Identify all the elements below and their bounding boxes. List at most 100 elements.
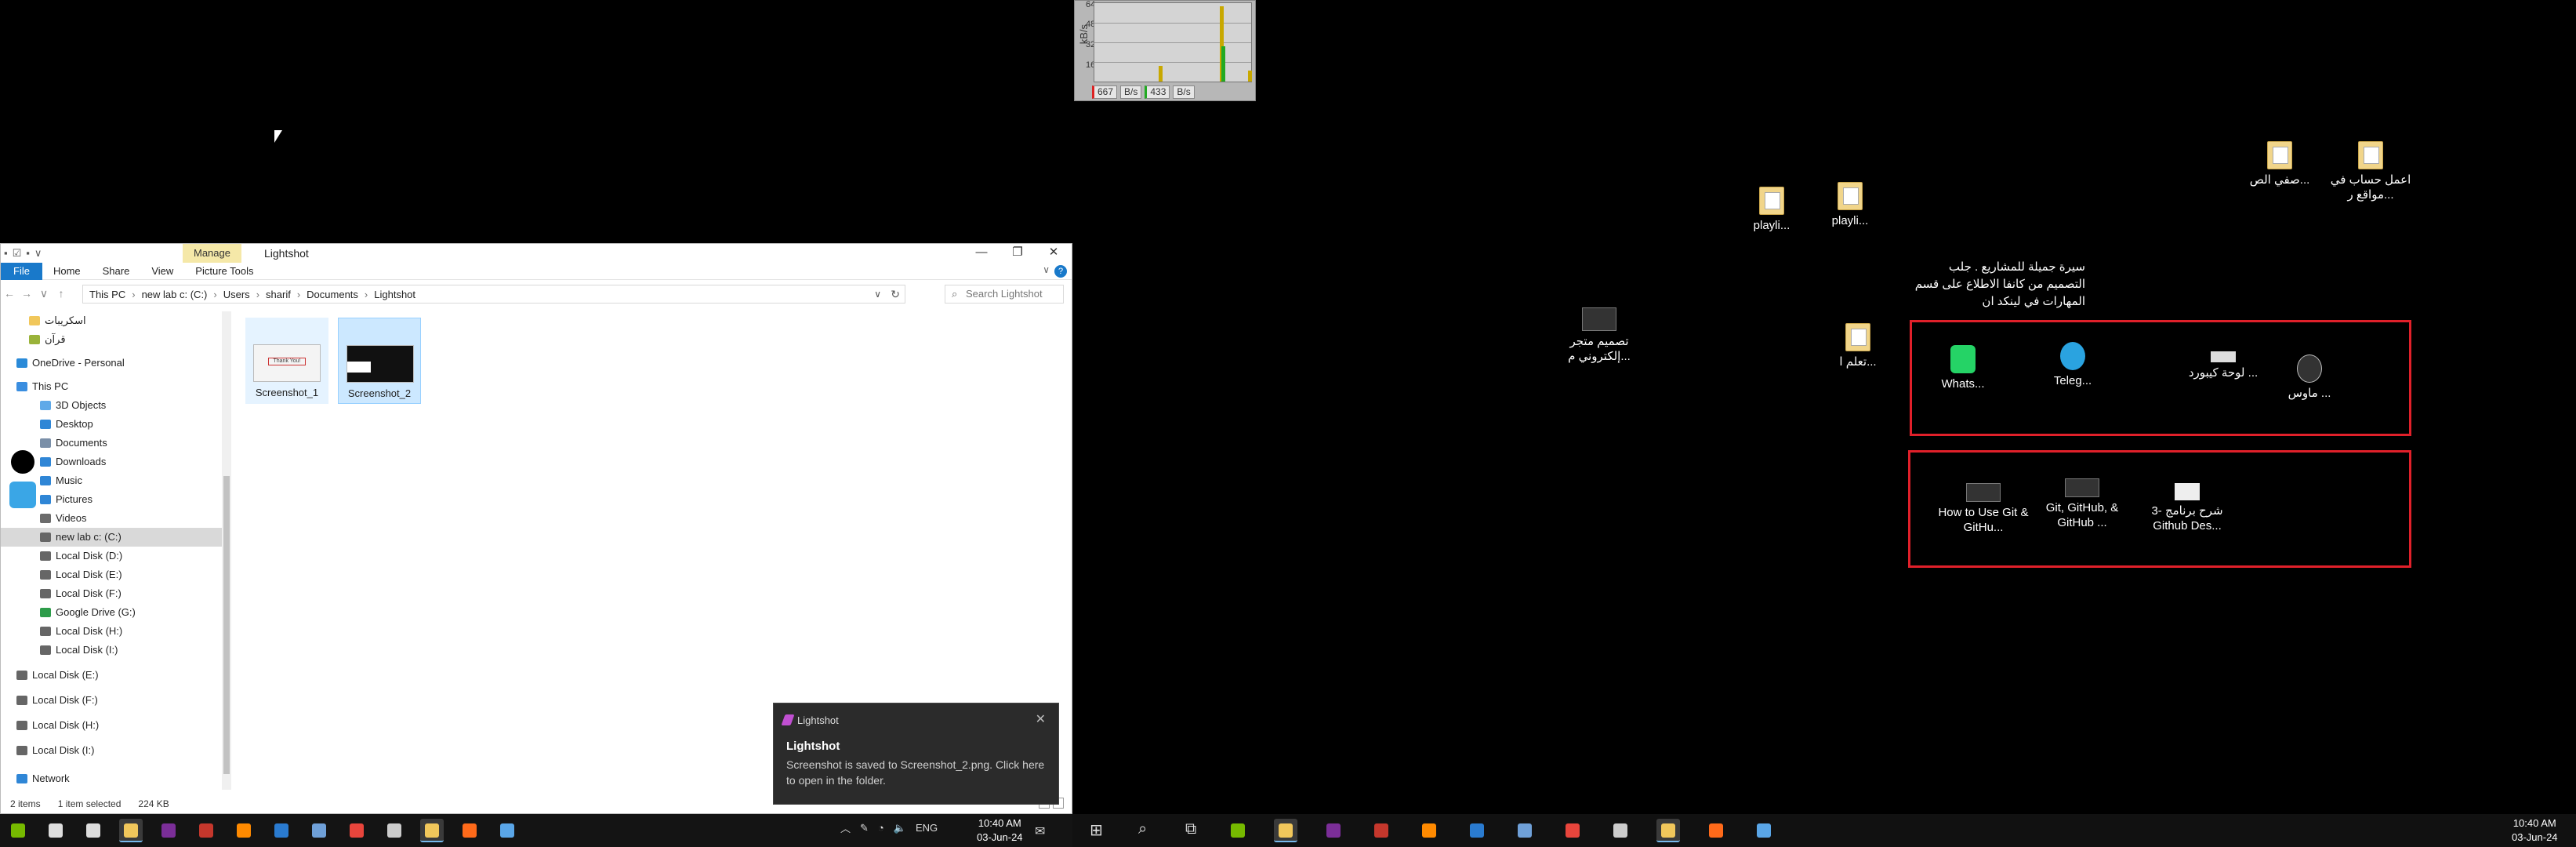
nav-item[interactable]: اسكريبات bbox=[1, 311, 222, 330]
breadcrumb[interactable]: This PC › new lab c: (C:) › Users › shar… bbox=[82, 285, 905, 304]
taskbar-button[interactable] bbox=[82, 819, 105, 842]
taskbar-button[interactable] bbox=[458, 819, 481, 842]
taskbar-button[interactable] bbox=[383, 819, 406, 842]
nav-scrollbar[interactable] bbox=[222, 311, 231, 790]
desktop-icon[interactable]: اعمل حساب في مواقع ر... bbox=[2324, 141, 2418, 202]
pen-icon[interactable]: ✎ bbox=[860, 822, 869, 834]
desktop-icon[interactable]: تعلم ا... bbox=[1811, 323, 1905, 369]
floating-widget-icon[interactable] bbox=[9, 482, 36, 508]
breadcrumb-item[interactable]: Users bbox=[223, 289, 250, 300]
nav-item[interactable]: قرآن bbox=[1, 330, 222, 349]
qat-new-folder-icon[interactable]: ▪ bbox=[26, 247, 30, 260]
breadcrumb-item[interactable]: new lab c: (C:) bbox=[142, 289, 208, 300]
tab-file[interactable]: File bbox=[1, 262, 42, 280]
taskbar-button[interactable] bbox=[1656, 819, 1680, 842]
desktop-icon[interactable]: صفي الص... bbox=[2233, 141, 2327, 187]
nav-item[interactable]: Local Disk (E:) bbox=[1, 565, 222, 584]
qat-customize-icon[interactable]: ∨ bbox=[34, 247, 42, 260]
address-dropdown-icon[interactable]: ∨ bbox=[874, 289, 881, 300]
recent-locations-icon[interactable]: ∨ bbox=[35, 287, 53, 300]
nav-item[interactable]: Local Disk (D:) bbox=[1, 547, 222, 565]
taskbar-button[interactable] bbox=[345, 819, 368, 842]
task-view-icon[interactable]: ⧉ bbox=[1185, 820, 1196, 838]
tab-picture-tools[interactable]: Picture Tools bbox=[184, 263, 264, 280]
taskbar-button[interactable] bbox=[232, 819, 256, 842]
taskbar-clock[interactable]: 10:40 AM 03-Jun-24 bbox=[2512, 816, 2558, 845]
manage-context-tab[interactable]: Manage bbox=[183, 244, 241, 263]
desktop-icon[interactable]: How to Use Git & GitHu... bbox=[1936, 483, 2030, 535]
nav-item[interactable]: Local Disk (H:) bbox=[1, 716, 222, 735]
taskbar-clock[interactable]: 10:40 AM 03-Jun-24 bbox=[977, 816, 1023, 845]
nav-item[interactable]: Desktop bbox=[1, 415, 222, 434]
nav-item[interactable]: new lab c: (C:) bbox=[1, 528, 222, 547]
search-icon[interactable]: ⌕ bbox=[1138, 820, 1147, 838]
taskbar-button[interactable] bbox=[1226, 819, 1250, 842]
taskbar-button[interactable] bbox=[6, 819, 30, 842]
notification-center-icon[interactable]: ✉ bbox=[1035, 823, 1045, 839]
taskbar-button[interactable] bbox=[1513, 819, 1537, 842]
tab-home[interactable]: Home bbox=[42, 263, 92, 280]
desktop-icon[interactable]: 3- شرح برنامج Github Des... bbox=[2140, 483, 2234, 533]
search-input[interactable]: ⌕ Search Lightshot bbox=[945, 285, 1064, 304]
taskbar-button[interactable] bbox=[157, 819, 180, 842]
breadcrumb-item[interactable]: Documents bbox=[307, 289, 358, 300]
tab-view[interactable]: View bbox=[140, 263, 184, 280]
nav-item[interactable]: Videos bbox=[1, 509, 222, 528]
taskbar-button[interactable] bbox=[1370, 819, 1393, 842]
taskbar-button[interactable] bbox=[1274, 819, 1297, 842]
tab-share[interactable]: Share bbox=[92, 263, 141, 280]
taskbar-button[interactable] bbox=[270, 819, 293, 842]
taskbar-button[interactable] bbox=[194, 819, 218, 842]
forward-icon[interactable]: → bbox=[18, 287, 35, 300]
nav-item[interactable]: Local Disk (E:) bbox=[1, 666, 222, 685]
minimize-button[interactable]: — bbox=[963, 244, 1000, 263]
desktop-icon[interactable]: Git, GitHub, & GitHub ... bbox=[2035, 478, 2129, 530]
taskbar-button[interactable] bbox=[420, 819, 444, 842]
toast-close-icon[interactable]: ✕ bbox=[1036, 711, 1046, 727]
volume-icon[interactable]: 🔈 bbox=[894, 822, 906, 834]
taskbar-button[interactable] bbox=[1752, 819, 1776, 842]
taskbar-button[interactable] bbox=[1609, 819, 1632, 842]
taskbar-button[interactable] bbox=[44, 819, 67, 842]
nav-item[interactable]: Local Disk (F:) bbox=[1, 691, 222, 710]
floating-app-icon[interactable] bbox=[9, 449, 36, 475]
taskbar-button[interactable] bbox=[1417, 819, 1441, 842]
desktop-icon[interactable]: تصميم متجر إلكتروني م... bbox=[1552, 307, 1646, 364]
wifi-icon[interactable]: ◔ bbox=[878, 822, 884, 834]
taskbar-button[interactable] bbox=[1704, 819, 1728, 842]
nav-item[interactable]: Local Disk (I:) bbox=[1, 641, 222, 660]
toast-notification[interactable]: Lightshot ✕ Lightshot Screenshot is save… bbox=[773, 703, 1059, 805]
desktop-icon[interactable]: playli... bbox=[1803, 182, 1897, 228]
nav-item[interactable]: OneDrive - Personal bbox=[1, 354, 222, 373]
taskbar-button[interactable] bbox=[1561, 819, 1584, 842]
expand-ribbon-icon[interactable]: ∨ bbox=[1043, 264, 1050, 275]
nav-item[interactable]: This PC bbox=[1, 377, 222, 396]
tray-overflow-icon[interactable]: ︿ bbox=[840, 820, 851, 835]
maximize-button[interactable]: ❐ bbox=[1000, 244, 1036, 263]
breadcrumb-item[interactable]: This PC bbox=[89, 289, 125, 300]
language-indicator[interactable]: ENG bbox=[916, 822, 938, 834]
refresh-icon[interactable]: ↻ bbox=[891, 288, 900, 301]
qat-folder-icon[interactable]: ▪ bbox=[4, 247, 8, 260]
start-icon[interactable]: ⊞ bbox=[1090, 820, 1103, 840]
nav-item[interactable]: 3D Objects bbox=[1, 396, 222, 415]
up-icon[interactable]: ↑ bbox=[53, 287, 70, 300]
help-icon[interactable]: ? bbox=[1054, 265, 1067, 278]
desktop-icon[interactable]: لوحة كيبورد ... bbox=[2176, 351, 2270, 380]
close-button[interactable]: ✕ bbox=[1036, 244, 1072, 263]
nav-item[interactable]: Documents bbox=[1, 434, 222, 453]
nav-item[interactable]: Local Disk (I:) bbox=[1, 741, 222, 760]
desktop-icon[interactable]: ماوس ... bbox=[2262, 354, 2356, 401]
taskbar-button[interactable] bbox=[119, 819, 143, 842]
nav-item[interactable]: Network bbox=[1, 769, 222, 788]
file-tile[interactable]: Screenshot_2 bbox=[338, 318, 421, 404]
file-tile[interactable]: Thank You! Screenshot_1 bbox=[245, 318, 328, 404]
taskbar-button[interactable] bbox=[495, 819, 519, 842]
breadcrumb-item[interactable]: Lightshot bbox=[374, 289, 415, 300]
qat-properties-icon[interactable]: ☑ bbox=[13, 247, 22, 260]
taskbar-button[interactable] bbox=[1322, 819, 1345, 842]
desktop-icon[interactable]: Whats... bbox=[1916, 345, 2010, 391]
breadcrumb-item[interactable]: sharif bbox=[266, 289, 291, 300]
nav-item[interactable]: Local Disk (H:) bbox=[1, 622, 222, 641]
nav-item[interactable]: Local Disk (F:) bbox=[1, 584, 222, 603]
